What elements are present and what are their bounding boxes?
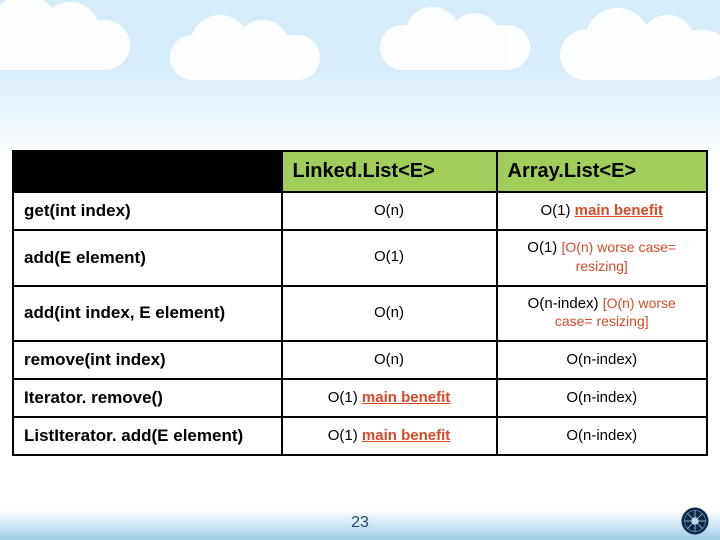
val-cell: O(1) main benefit (282, 417, 497, 455)
table-row: add(int index, E element) O(n) O(n-index… (13, 286, 707, 342)
val-cell: O(1) [O(n) worse case= resizing] (497, 230, 708, 286)
val-cell: O(1) main benefit (497, 192, 708, 230)
val-cell: O(n-index) (497, 341, 708, 379)
val-cell: O(n) (282, 192, 497, 230)
table-row: Iterator. remove() O(1) main benefit O(n… (13, 379, 707, 417)
val-cell: O(n-index) (497, 379, 708, 417)
op-iter-remove: Iterator. remove() (13, 379, 282, 417)
header-linkedlist: Linked.List<E> (282, 151, 497, 192)
table-row: get(int index) O(n) O(1) main benefit (13, 192, 707, 230)
val-cell: O(n-index) [O(n) worse case= resizing] (497, 286, 708, 342)
val-cell: O(1) main benefit (282, 379, 497, 417)
main-benefit: main benefit (575, 202, 663, 219)
val-cell: O(n-index) (497, 417, 708, 455)
table-row: remove(int index) O(n) O(n-index) (13, 341, 707, 379)
main-benefit: main benefit (362, 389, 450, 406)
cloud-deco (0, 20, 130, 70)
table-row: ListIterator. add(E element) O(1) main b… (13, 417, 707, 455)
complexity-table: Linked.List<E> Array.List<E> get(int ind… (12, 150, 708, 456)
op-add-idx: add(int index, E element) (13, 286, 282, 342)
op-listiter-add: ListIterator. add(E element) (13, 417, 282, 455)
page-number: 23 (0, 514, 720, 532)
header-arraylist: Array.List<E> (497, 151, 708, 192)
table-row: add(E element) O(1) O(1) [O(n) worse cas… (13, 230, 707, 286)
cloud-deco (170, 35, 320, 80)
main-benefit: main benefit (362, 427, 450, 444)
cloud-deco (380, 25, 530, 70)
header-blank (13, 151, 282, 192)
val-cell: O(n) (282, 286, 497, 342)
logo-icon (680, 506, 710, 536)
table-header-row: Linked.List<E> Array.List<E> (13, 151, 707, 192)
op-add-e: add(E element) (13, 230, 282, 286)
cloud-deco (560, 30, 720, 80)
val-cell: O(1) (282, 230, 497, 286)
val-cell: O(n) (282, 341, 497, 379)
note: [O(n) worse case= resizing] (561, 239, 676, 274)
op-remove-idx: remove(int index) (13, 341, 282, 379)
op-get: get(int index) (13, 192, 282, 230)
